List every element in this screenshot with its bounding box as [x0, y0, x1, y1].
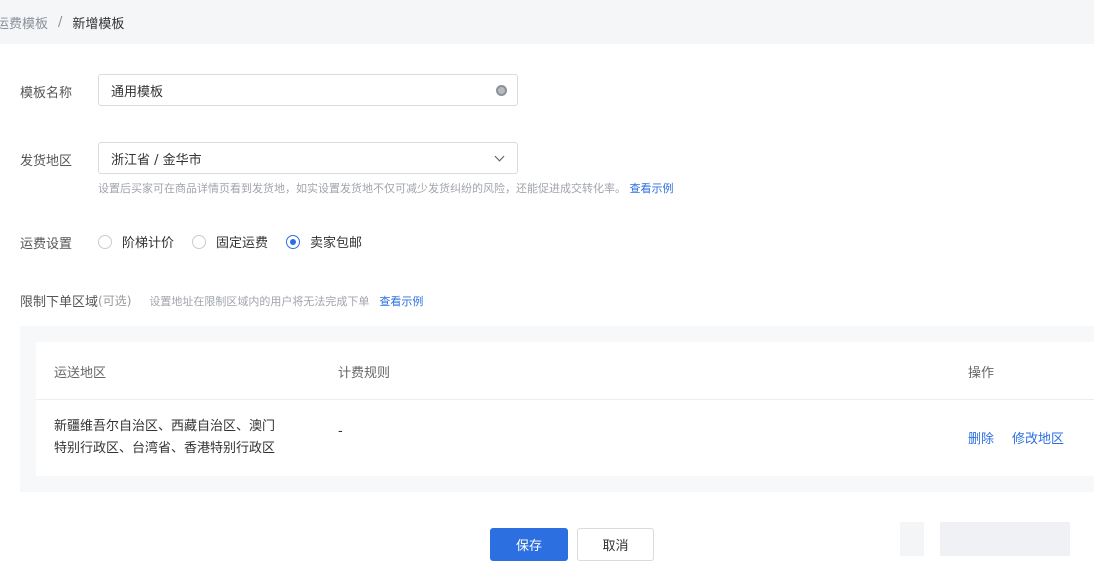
- restricted-region-table: 运送地区 计费规则 操作 新疆维吾尔自治区、西藏自治区、澳门 特别行政区、台湾省…: [36, 342, 1094, 476]
- radio-tiered-label: 阶梯计价: [122, 236, 175, 251]
- radio-free-shipping-label: 卖家包邮: [310, 236, 363, 251]
- cancel-button[interactable]: 取消: [577, 528, 654, 561]
- ship-from-select[interactable]: 浙江省 / 金华市: [98, 142, 518, 174]
- shipping-label: 运费设置: [20, 237, 73, 252]
- delete-link[interactable]: 删除: [968, 428, 994, 447]
- cell-area-line-1: 新疆维吾尔自治区、西藏自治区、澳门: [54, 419, 276, 434]
- chevron-down-icon: [494, 151, 505, 162]
- template-name-input[interactable]: 通用模板: [98, 74, 518, 106]
- clear-icon[interactable]: [496, 85, 507, 96]
- radio-fixed-circle[interactable]: [192, 234, 207, 249]
- ship-from-hint: 设置后买家可在商品详情页看到发货地，如实设置发货地不仅可减少发货纠纷的风险，还能…: [98, 180, 674, 196]
- ship-from-label: 发货地区: [20, 154, 73, 169]
- table-header: 运送地区 计费规则 操作: [36, 342, 1094, 400]
- template-name-value: 通用模板: [111, 84, 164, 100]
- template-name-label: 模板名称: [20, 86, 73, 101]
- edit-region-link[interactable]: 修改地区: [1012, 428, 1064, 447]
- cell-rule: -: [338, 424, 343, 439]
- radio-tiered-circle[interactable]: [98, 234, 112, 249]
- save-button[interactable]: 保存: [490, 528, 568, 561]
- breadcrumb-parent-link[interactable]: 运费模板: [0, 13, 48, 32]
- restrict-region-label: 限制下单区域: [20, 295, 99, 310]
- ship-from-value: 浙江省 / 金华市: [111, 152, 202, 168]
- breadcrumb-separator: /: [58, 14, 63, 30]
- column-area: 运送地区: [54, 366, 107, 381]
- ship-from-example-link[interactable]: 查看示例: [630, 182, 674, 195]
- restrict-region-hint: 设置地址在限制区域内的用户将无法完成下单: [149, 294, 370, 308]
- shipping-radio-group: 阶梯计价 固定运费 卖家包邮: [98, 232, 380, 251]
- ship-from-hint-text: 设置后买家可在商品详情页看到发货地，如实设置发货地不仅可减少发货纠纷的风险，还能…: [98, 182, 626, 195]
- radio-fixed-label: 固定运费: [216, 236, 269, 251]
- breadcrumb-current: 新增模板: [72, 16, 125, 32]
- watermark-blur-1: [900, 522, 924, 556]
- watermark-blur-2: [940, 522, 1070, 556]
- radio-fixed[interactable]: 固定运费: [192, 232, 268, 251]
- restricted-region-panel: 运送地区 计费规则 操作 新疆维吾尔自治区、西藏自治区、澳门 特别行政区、台湾省…: [20, 326, 1094, 492]
- cell-area-line-2: 特别行政区、台湾省、香港特别行政区: [54, 441, 276, 456]
- column-actions: 操作: [968, 366, 995, 381]
- restrict-region-row: 限制下单区域 (可选) 设置地址在限制区域内的用户将无法完成下单 查看示例: [20, 291, 423, 310]
- column-rule: 计费规则: [338, 366, 391, 381]
- cell-area: 新疆维吾尔自治区、西藏自治区、澳门 特别行政区、台湾省、香港特别行政区: [54, 416, 324, 460]
- radio-tiered[interactable]: 阶梯计价: [98, 232, 174, 251]
- table-row: 新疆维吾尔自治区、西藏自治区、澳门 特别行政区、台湾省、香港特别行政区 - 删除…: [36, 400, 1094, 476]
- restrict-example-link[interactable]: 查看示例: [379, 293, 423, 309]
- radio-free-shipping-circle[interactable]: [286, 234, 301, 249]
- breadcrumb: 运费模板 / 新增模板: [0, 0, 1094, 44]
- restrict-region-optional: (可选): [98, 294, 132, 308]
- radio-free-shipping[interactable]: 卖家包邮: [286, 232, 362, 251]
